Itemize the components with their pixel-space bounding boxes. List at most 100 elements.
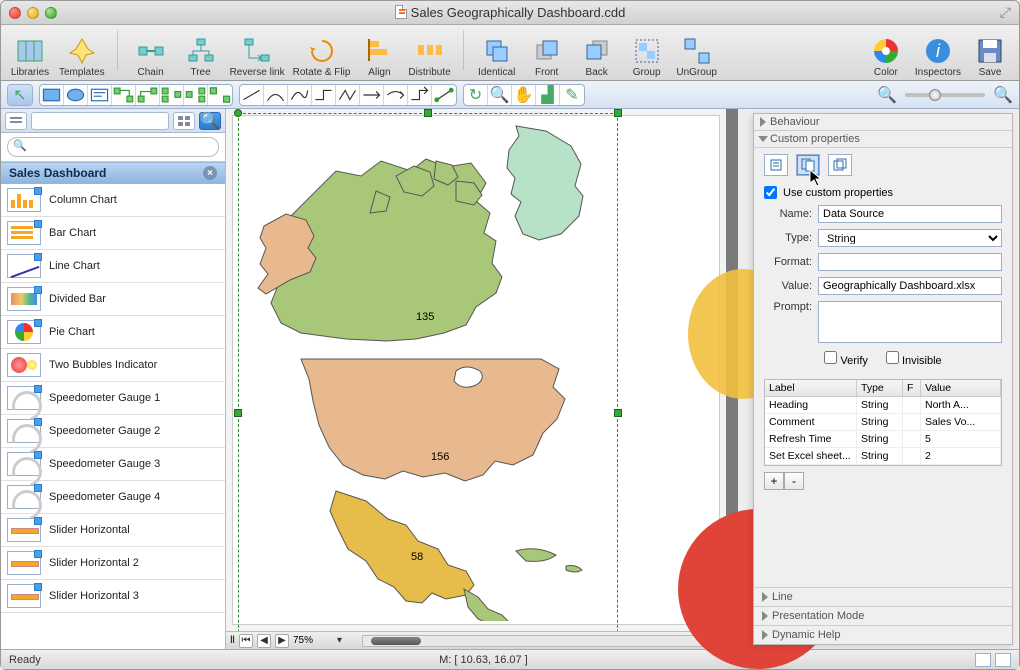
table-row[interactable]: HeadingStringNorth A... bbox=[765, 397, 1001, 414]
sidebar-search-button[interactable]: 🔍 bbox=[199, 112, 221, 130]
zoom-out-icon[interactable]: 🔍 bbox=[877, 85, 897, 105]
sel-handle-tr[interactable] bbox=[614, 109, 622, 117]
library-item[interactable]: Divided Bar bbox=[1, 283, 225, 316]
name-input[interactable] bbox=[818, 205, 1002, 223]
line-tool-8[interactable] bbox=[408, 85, 432, 105]
zoom-window-button[interactable] bbox=[45, 7, 57, 19]
sidebar-section-close[interactable]: × bbox=[203, 166, 217, 180]
text-tool[interactable] bbox=[88, 85, 112, 105]
status-icon-1[interactable] bbox=[975, 653, 991, 667]
table-row[interactable]: Set Excel sheet...String2 bbox=[765, 448, 1001, 465]
line-tool-5[interactable] bbox=[336, 85, 360, 105]
library-item[interactable]: Speedometer Gauge 1 bbox=[1, 382, 225, 415]
refresh-tool[interactable]: ↻ bbox=[464, 85, 488, 105]
pointer-tool[interactable]: ↖ bbox=[8, 85, 32, 105]
minimize-window-button[interactable] bbox=[27, 7, 39, 19]
close-window-button[interactable] bbox=[9, 7, 21, 19]
front-button[interactable]: Front bbox=[526, 35, 568, 78]
sel-handle-ml[interactable] bbox=[234, 409, 242, 417]
sel-handle-tl[interactable] bbox=[234, 109, 242, 117]
line-tool-1[interactable] bbox=[240, 85, 264, 105]
th-label[interactable]: Label bbox=[765, 380, 857, 396]
status-icon-2[interactable] bbox=[995, 653, 1011, 667]
library-item[interactable]: Line Chart bbox=[1, 250, 225, 283]
page-prev[interactable]: ◀ bbox=[257, 634, 271, 648]
save-button[interactable]: Save bbox=[969, 35, 1011, 78]
prop-add-button[interactable]: + bbox=[764, 472, 784, 490]
format-input[interactable] bbox=[818, 253, 1002, 271]
map-chart[interactable]: 135 156 58 bbox=[246, 121, 616, 626]
library-item[interactable]: Speedometer Gauge 3 bbox=[1, 448, 225, 481]
inspector-section-line[interactable]: Line bbox=[754, 587, 1012, 606]
line-tool-9[interactable] bbox=[432, 85, 456, 105]
use-custom-check[interactable] bbox=[764, 186, 777, 199]
connector-tool-3[interactable] bbox=[160, 85, 184, 105]
rect-tool[interactable] bbox=[40, 85, 64, 105]
sidebar-section-header[interactable]: Sales Dashboard × bbox=[1, 162, 225, 184]
sidebar-search-input[interactable] bbox=[7, 137, 219, 157]
zoom-tool[interactable]: 🔍 bbox=[488, 85, 512, 105]
th-type[interactable]: Type bbox=[857, 380, 903, 396]
page-next[interactable]: ▶ bbox=[275, 634, 289, 648]
value-input[interactable] bbox=[818, 277, 1002, 295]
stamp-tool[interactable]: ▟ bbox=[536, 85, 560, 105]
pen-tool[interactable]: ✎ bbox=[560, 85, 584, 105]
cp-tab-single[interactable] bbox=[764, 154, 788, 176]
inspector-section-custom-properties[interactable]: Custom properties bbox=[754, 131, 1012, 148]
connector-tool-1[interactable] bbox=[112, 85, 136, 105]
line-tool-4[interactable] bbox=[312, 85, 336, 105]
zoom-slider[interactable] bbox=[905, 93, 985, 97]
canvas[interactable]: 135 156 58 bbox=[226, 109, 738, 631]
fullscreen-icon[interactable]: ⤢ bbox=[1000, 4, 1011, 21]
reverse-link-button[interactable]: Reverse link bbox=[230, 35, 285, 78]
align-button[interactable]: Align bbox=[358, 35, 400, 78]
library-item[interactable]: Slider Horizontal 2 bbox=[1, 547, 225, 580]
templates-button[interactable]: Templates bbox=[59, 35, 105, 78]
tree-button[interactable]: Tree bbox=[180, 35, 222, 78]
library-item[interactable]: Slider Horizontal 3 bbox=[1, 580, 225, 613]
connector-tool-2[interactable] bbox=[136, 85, 160, 105]
inspector-section-behaviour[interactable]: Behaviour bbox=[754, 114, 1012, 131]
library-item[interactable]: Slider Horizontal bbox=[1, 514, 225, 547]
group-button[interactable]: Group bbox=[626, 35, 668, 78]
prop-remove-button[interactable]: - bbox=[784, 472, 804, 490]
inspectors-button[interactable]: iInspectors bbox=[915, 35, 961, 78]
table-row[interactable]: Refresh TimeString5 bbox=[765, 431, 1001, 448]
back-button[interactable]: Back bbox=[576, 35, 618, 78]
hand-tool[interactable]: ✋ bbox=[512, 85, 536, 105]
page-first[interactable]: ⏮ bbox=[239, 634, 253, 648]
prompt-input[interactable] bbox=[818, 301, 1002, 343]
library-item[interactable]: Pie Chart bbox=[1, 316, 225, 349]
verify-check[interactable]: Verify bbox=[824, 351, 868, 367]
hscrollbar[interactable] bbox=[362, 635, 734, 647]
cp-tab-stack[interactable] bbox=[828, 154, 852, 176]
line-tool-7[interactable] bbox=[384, 85, 408, 105]
library-item[interactable]: Two Bubbles Indicator bbox=[1, 349, 225, 382]
connector-tool-5[interactable] bbox=[208, 85, 232, 105]
vscroll-rail[interactable] bbox=[726, 109, 738, 631]
rotate-flip-button[interactable]: Rotate & Flip bbox=[293, 35, 351, 78]
table-row[interactable]: CommentStringSales Vo... bbox=[765, 414, 1001, 431]
inspector-section-dynamic-help[interactable]: Dynamic Help bbox=[754, 625, 1012, 644]
distribute-button[interactable]: Distribute bbox=[408, 35, 450, 78]
library-item[interactable]: Speedometer Gauge 4 bbox=[1, 481, 225, 514]
th-value[interactable]: Value bbox=[921, 380, 1001, 396]
sidebar-list-mode[interactable] bbox=[5, 112, 27, 130]
line-tool-6[interactable] bbox=[360, 85, 384, 105]
library-item[interactable]: Bar Chart bbox=[1, 217, 225, 250]
zoom-value-input[interactable] bbox=[293, 635, 333, 646]
color-button[interactable]: Color bbox=[865, 35, 907, 78]
identical-button[interactable]: Identical bbox=[476, 35, 518, 78]
sidebar-grid-mode[interactable] bbox=[173, 112, 195, 130]
type-select[interactable]: String bbox=[818, 229, 1002, 247]
th-f[interactable]: F bbox=[903, 380, 921, 396]
inspector-section-presentation[interactable]: Presentation Mode bbox=[754, 606, 1012, 625]
library-item[interactable]: Column Chart bbox=[1, 184, 225, 217]
library-item[interactable]: Speedometer Gauge 2 bbox=[1, 415, 225, 448]
zoom-in-icon[interactable]: 🔍 bbox=[993, 85, 1013, 105]
connector-tool-4[interactable] bbox=[184, 85, 208, 105]
chain-button[interactable]: Chain bbox=[130, 35, 172, 78]
line-tool-3[interactable] bbox=[288, 85, 312, 105]
sel-handle-tm[interactable] bbox=[424, 109, 432, 117]
cp-tab-multi[interactable] bbox=[796, 154, 820, 176]
